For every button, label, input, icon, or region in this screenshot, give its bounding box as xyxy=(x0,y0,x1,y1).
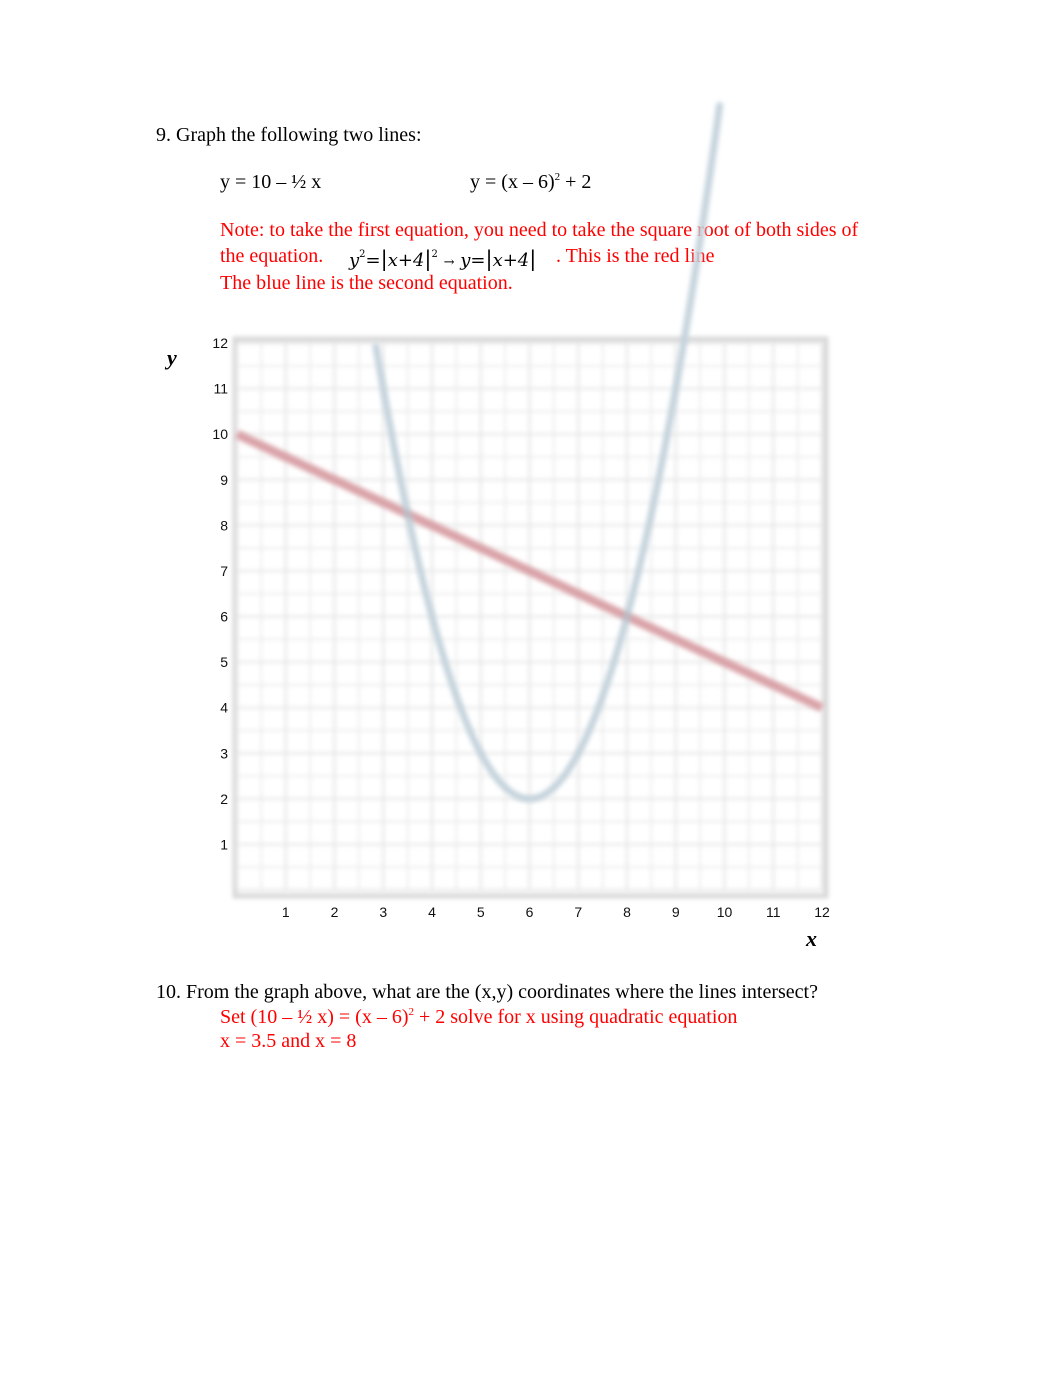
y-tick-label: 10 xyxy=(212,426,228,442)
y-tick-label: 9 xyxy=(220,472,228,488)
x-axis-label: x xyxy=(805,926,817,951)
x-tick-label: 7 xyxy=(574,904,582,920)
y-tick-label: 7 xyxy=(220,563,228,579)
y-axis-label: y xyxy=(164,345,177,370)
y-tick-label: 11 xyxy=(213,381,228,397)
intersection-point xyxy=(402,508,413,519)
question-10-title: 10. From the graph above, what are the (… xyxy=(156,981,818,1003)
x-tick-label: 8 xyxy=(623,904,631,920)
x-tick-label: 3 xyxy=(379,904,387,920)
y-tick-label: 2 xyxy=(220,791,228,807)
answer-line-1-prefix: Set (10 – ½ x) = (x – 6) xyxy=(220,1006,409,1028)
y-tick-label: 1 xyxy=(220,836,228,852)
graph: 1 2 3 4 5 6 7 8 9 10 11 12123456789101112yx xyxy=(164,102,830,951)
y-tick-label: 5 xyxy=(220,654,228,670)
answer-line-2: x = 3.5 and x = 8 xyxy=(220,1030,357,1052)
x-tick-label: 1 xyxy=(282,904,290,920)
y-tick-label: 12 xyxy=(212,335,228,351)
axis-labels: 1 2 3 4 5 6 7 8 9 10 11 12123456789101112yx xyxy=(164,335,830,951)
x-tick-label: 4 xyxy=(428,904,436,920)
x-tick-label: 10 xyxy=(717,904,733,920)
x-tick-label: 9 xyxy=(672,904,680,920)
answer-line-1-suffix: + 2 solve for x using quadratic equation xyxy=(413,1006,738,1028)
blue-parabola-curve xyxy=(372,102,724,803)
grid xyxy=(232,336,829,899)
x-tick-label: 2 xyxy=(331,904,339,920)
y-tick-label: 4 xyxy=(220,700,228,716)
intersection-point xyxy=(622,611,632,622)
x-tick-label: 5 xyxy=(477,904,485,920)
x-tick-label: 12 xyxy=(814,904,830,920)
y-tick-label: 3 xyxy=(220,745,228,761)
x-tick-label: 11 xyxy=(766,904,781,920)
x-tick-label: 6 xyxy=(526,904,534,920)
y-tick-label: 6 xyxy=(220,609,228,625)
y-tick-label: 8 xyxy=(220,517,228,533)
answer-line-1: Set (10 – ½ x) = (x – 6)2 + 2 solve for … xyxy=(220,1006,737,1029)
